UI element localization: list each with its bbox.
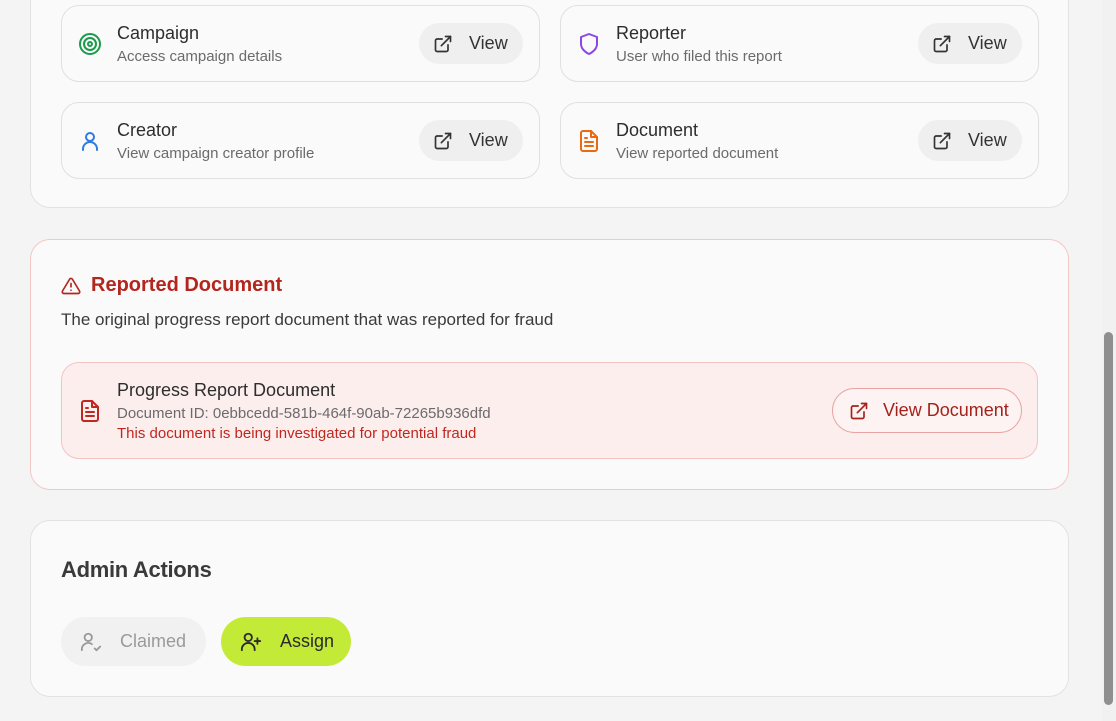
external-link-icon [434, 35, 452, 52]
creator-subtitle: View campaign creator profile [117, 145, 315, 162]
document-view-button[interactable]: View [918, 120, 1022, 161]
claimed-label: Claimed [120, 631, 187, 651]
campaign-view-label: View [469, 33, 508, 53]
reporter-view-button[interactable]: View [918, 23, 1022, 64]
user-check-icon [80, 632, 102, 651]
campaign-title: Campaign [117, 23, 200, 43]
external-link-icon [850, 402, 868, 419]
user-plus-icon [240, 632, 262, 651]
reported-document-card: Reported Document The original progress … [30, 239, 1069, 490]
file-text-icon [81, 400, 99, 422]
campaign-link-tile: Campaign Access campaign details View [61, 5, 540, 82]
scrollbar-track[interactable] [1102, 0, 1116, 721]
reported-document-description: The original progress report document th… [61, 310, 554, 329]
page-viewport: Campaign Access campaign details View Re… [0, 0, 1116, 721]
creator-view-label: View [469, 130, 508, 150]
view-document-button[interactable]: View Document [832, 388, 1022, 433]
campaign-view-button[interactable]: View [419, 23, 523, 64]
related-links-card: Campaign Access campaign details View Re… [30, 0, 1069, 208]
file-text-icon [580, 130, 598, 152]
fraud-warning: This document is being investigated for … [117, 425, 477, 442]
document-title: Document [616, 120, 699, 140]
admin-actions-title: Admin Actions [61, 557, 212, 582]
warning-triangle-icon [61, 277, 81, 295]
scrollbar-thumb[interactable] [1104, 332, 1113, 705]
campaign-subtitle: Access campaign details [117, 48, 283, 65]
reporter-view-label: View [968, 33, 1007, 53]
creator-view-button[interactable]: View [419, 120, 523, 161]
admin-actions-card: Admin Actions Claimed Assign [30, 520, 1069, 697]
reported-document-title: Reported Document [91, 274, 283, 296]
user-icon [82, 132, 98, 151]
creator-title: Creator [117, 120, 178, 140]
shield-icon [580, 33, 598, 55]
external-link-icon [933, 132, 951, 149]
document-subtitle: View reported document [616, 145, 779, 162]
view-document-label: View Document [883, 400, 1009, 420]
document-link-tile: Document View reported document View [560, 102, 1039, 179]
external-link-icon [933, 35, 951, 52]
reported-document-box: Progress Report Document Document ID: 0e… [61, 362, 1038, 459]
document-name: Progress Report Document [117, 380, 336, 400]
document-view-label: View [968, 130, 1007, 150]
claimed-button[interactable]: Claimed [61, 617, 206, 666]
reporter-link-tile: Reporter User who filed this report View [560, 5, 1039, 82]
reporter-subtitle: User who filed this report [616, 48, 782, 65]
document-id: Document ID: 0ebbcedd-581b-464f-90ab-722… [117, 405, 491, 422]
target-icon [79, 33, 101, 55]
reporter-title: Reporter [616, 23, 687, 43]
assign-button[interactable]: Assign [221, 617, 351, 666]
assign-label: Assign [280, 631, 335, 651]
creator-link-tile: Creator View campaign creator profile Vi… [61, 102, 540, 179]
external-link-icon [434, 132, 452, 149]
